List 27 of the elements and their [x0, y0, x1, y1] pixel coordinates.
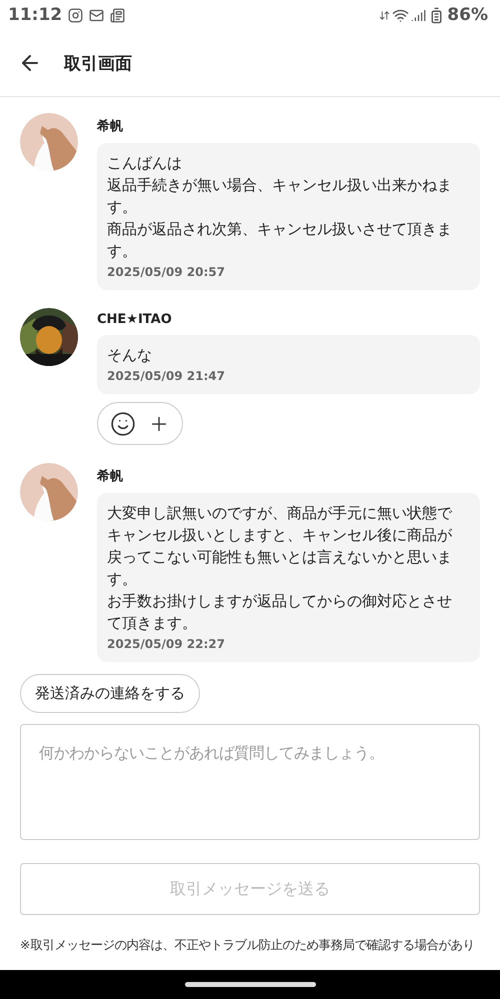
message-time: 2025/05/09 21:47 — [107, 369, 226, 383]
sender-name: 希帆 — [97, 118, 123, 135]
smiley-icon[interactable] — [110, 410, 136, 436]
message-text: 大変申し訳無いのですが、商品が手元に無い状態でキャンセル扱いとしますと、キャンセル後に商品が戻ってこない可能性も無いとは言えないかと思います。 — [107, 503, 454, 590]
cat-avatar-icon — [20, 113, 78, 171]
sender-name: 希帆 — [97, 468, 123, 485]
notice-text: ※取引メッセージの内容は、不正やトラブル防止のため事務局で確認する場合があり — [19, 937, 476, 954]
message-text: そんな — [107, 345, 153, 366]
message-text: こんばんは — [107, 153, 183, 174]
sender-name: CHE★ITAO — [97, 312, 172, 327]
news-icon — [110, 8, 126, 22]
message-field[interactable]: 何かわからないことがあれば質問してみましょう。 — [20, 724, 480, 840]
page-title: 取引画面 — [64, 52, 132, 74]
data-icon — [379, 10, 390, 20]
home-handle[interactable] — [184, 982, 316, 987]
shipped-button[interactable]: 発送済みの連絡をする — [20, 674, 200, 713]
mail-icon — [89, 8, 104, 22]
status-time: 11:12 — [8, 5, 62, 25]
message-text: 商品が返品され次第、キャンセル扱いさせて頂きます。 — [107, 219, 453, 262]
message-text: お手数お掛けしますが返品してからの御対応とさせて頂きます。 — [107, 591, 453, 634]
battery-level: 86% — [447, 5, 488, 25]
signal-icon — [411, 8, 426, 22]
message-time: 2025/05/09 22:27 — [107, 637, 226, 651]
message-text: 返品手続きが無い場合、キャンセル扱い出来かねます。 — [107, 175, 453, 218]
message-time: 2025/05/09 20:57 — [107, 265, 226, 279]
camera-icon — [68, 8, 84, 22]
cat-avatar-icon — [20, 463, 78, 521]
